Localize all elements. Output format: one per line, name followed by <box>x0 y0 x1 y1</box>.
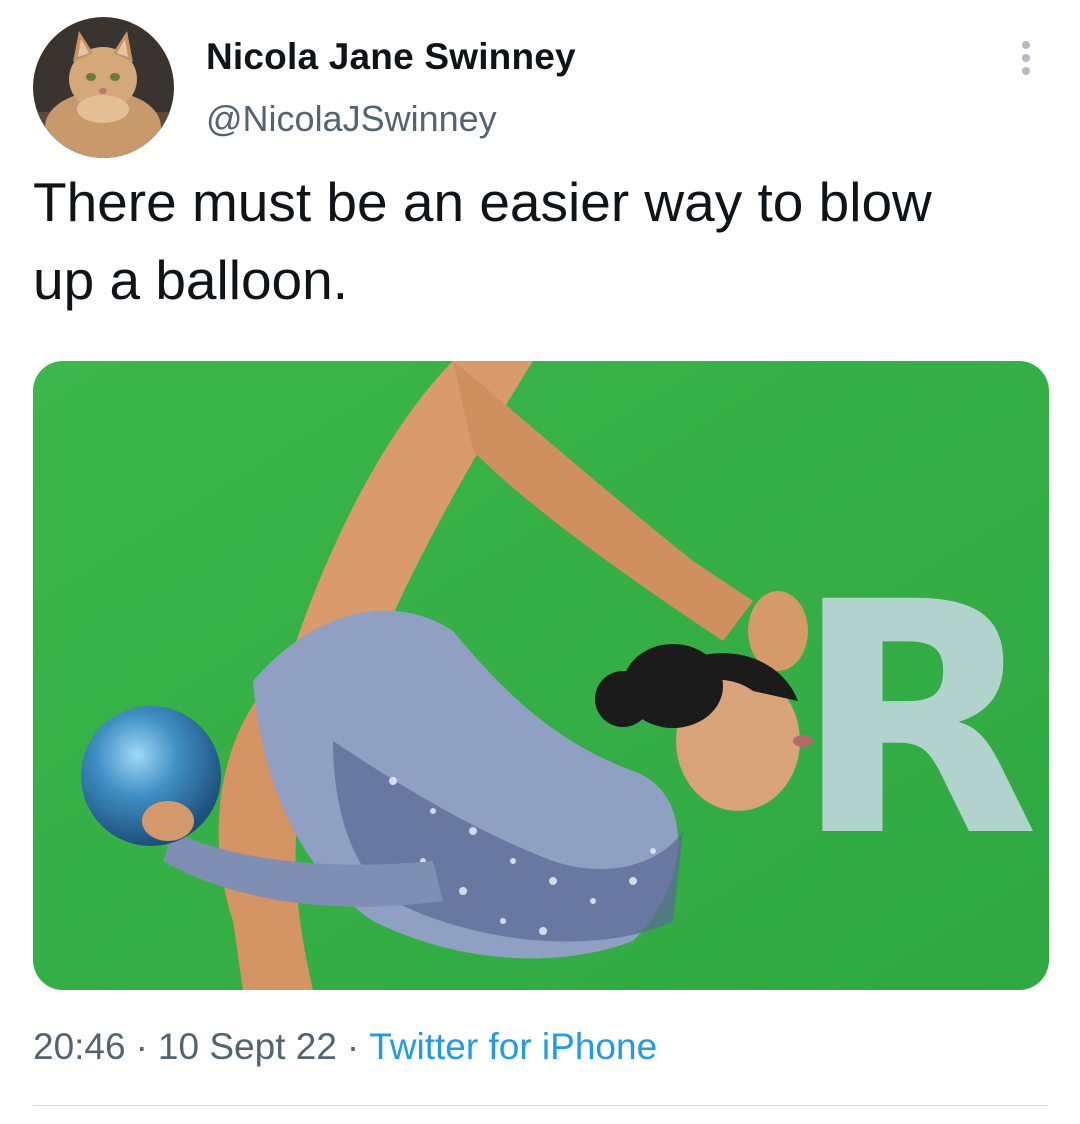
media-watermark-text: Ri <box>793 535 1049 907</box>
divider <box>33 1105 1048 1106</box>
tweet-meta: 20:46 · 10 Sept 22 · Twitter for iPhone <box>33 1026 657 1068</box>
tweet-source-link[interactable]: Twitter for iPhone <box>369 1026 657 1067</box>
gymnast-photo: Ri <box>33 361 1049 990</box>
more-vertical-icon <box>1022 41 1030 75</box>
tweet-media-image[interactable]: Ri <box>33 361 1049 990</box>
meta-separator: · <box>135 1026 148 1067</box>
more-options-button[interactable] <box>1006 36 1046 80</box>
author-name[interactable]: Nicola Jane Swinney <box>206 36 576 78</box>
avatar[interactable] <box>33 17 174 158</box>
tweet-text: There must be an easier way to blow up a… <box>33 171 932 311</box>
tweet-date[interactable]: 10 Sept 22 <box>158 1026 337 1067</box>
meta-separator: · <box>346 1026 360 1067</box>
author-handle[interactable]: @NicolaJSwinney <box>206 98 497 140</box>
tweet-card: Nicola Jane Swinney @NicolaJSwinney Ther… <box>0 0 1080 1124</box>
cat-avatar-icon <box>33 17 174 158</box>
tweet-time[interactable]: 20:46 <box>33 1026 126 1067</box>
